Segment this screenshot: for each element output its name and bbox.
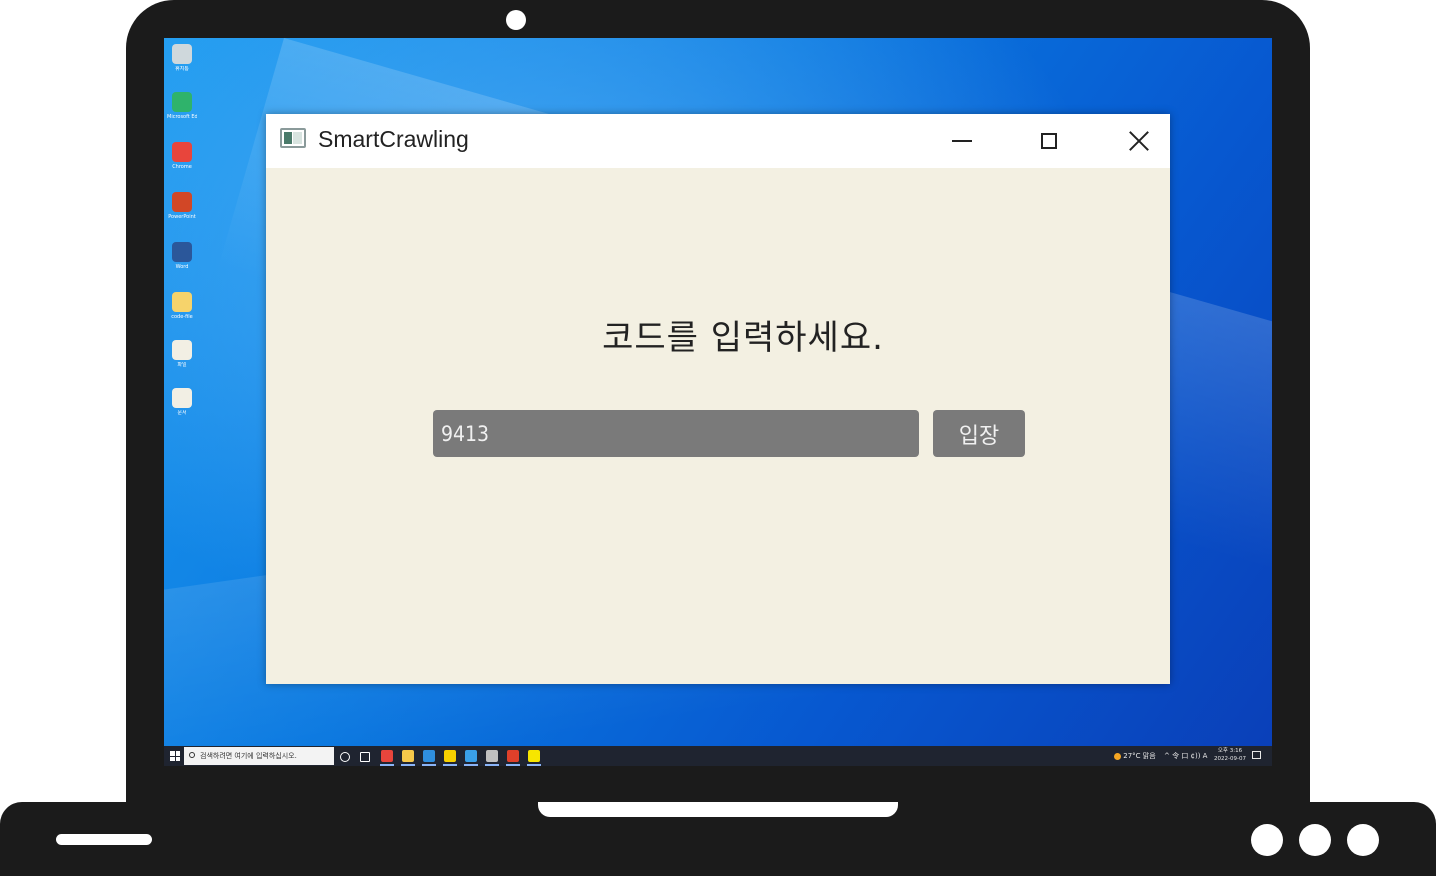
minimize-icon	[952, 140, 972, 142]
desktop-shortcut[interactable]: 휴지통	[167, 44, 197, 72]
system-tray[interactable]: ^ 令 口 ¢)) A	[1164, 746, 1207, 766]
maximize-icon	[1041, 133, 1057, 149]
taskbar-clock[interactable]: 오후 3:16 2022-09-07	[1214, 747, 1246, 763]
word-icon	[172, 242, 192, 262]
chrome-taskbar-icon[interactable]	[381, 750, 393, 762]
enter-button[interactable]: 입장	[933, 410, 1025, 457]
desktop-shortcut[interactable]: PowerPoint	[167, 192, 197, 220]
taskbar-search-placeholder: 검색하려면 여기에 입력하십시오.	[200, 752, 297, 760]
desktop-shortcut[interactable]: Word	[167, 242, 197, 270]
character-icon	[172, 340, 192, 360]
desktop-shortcut-label: Microsoft Edge	[167, 114, 197, 120]
folder-icon	[172, 292, 192, 312]
weather-text: 27°C 맑음	[1123, 752, 1156, 760]
laptop-slot	[56, 834, 152, 845]
running-indicator	[527, 764, 541, 766]
settings-app-icon[interactable]	[486, 750, 498, 762]
maximize-button[interactable]	[1027, 121, 1071, 161]
running-indicator	[485, 764, 499, 766]
desktop-shortcut-label: PowerPoint	[168, 214, 196, 220]
file-explorer-icon[interactable]	[402, 750, 414, 762]
code-prompt: 코드를 입력하세요.	[602, 318, 884, 358]
vscode-icon[interactable]	[423, 750, 435, 762]
ie-icon[interactable]	[465, 750, 477, 762]
sticky-notes-icon[interactable]	[444, 750, 456, 762]
desktop-shortcut-label: Chrome	[172, 164, 192, 170]
edge-icon	[172, 92, 192, 112]
notification-icon[interactable]	[1252, 751, 1261, 759]
app-icon	[280, 128, 306, 148]
taskbar: 검색하려면 여기에 입력하십시오. 27°C 맑음 ^ 令 口 ¢)) A 오후…	[164, 746, 1272, 766]
weather-widget[interactable]: 27°C 맑음	[1114, 746, 1156, 766]
laptop-camera	[506, 10, 526, 30]
running-indicator	[464, 764, 478, 766]
desktop-shortcut[interactable]: Chrome	[167, 142, 197, 170]
kakaotalk-icon[interactable]	[528, 750, 540, 762]
desktop-shortcut-label: code-file	[171, 314, 193, 320]
desktop-shortcut[interactable]: 파일	[167, 340, 197, 368]
laptop-notch	[538, 802, 898, 817]
taskbar-search-box[interactable]: 검색하려면 여기에 입력하십시오.	[184, 747, 334, 765]
smartcrawling-window: SmartCrawling 코드를 입력하세요. 입장	[266, 114, 1170, 684]
desktop-shortcut[interactable]: Microsoft Edge	[167, 92, 197, 120]
clock-time: 오후 3:16	[1217, 748, 1243, 754]
task-view-icon[interactable]	[360, 752, 370, 762]
red-app-icon[interactable]	[507, 750, 519, 762]
start-button[interactable]	[170, 751, 180, 761]
running-indicator	[422, 764, 436, 766]
laptop-dot	[1251, 824, 1283, 856]
desktop-shortcut-label: Word	[175, 264, 189, 270]
title-bar[interactable]: SmartCrawling	[266, 114, 1170, 168]
code-input[interactable]	[433, 410, 919, 457]
desktop-shortcut-label: 휴지통	[175, 66, 189, 72]
clock-date: 2022-09-07	[1214, 756, 1246, 762]
character-icon-2	[172, 388, 192, 408]
desktop-shortcut[interactable]: code-file	[167, 292, 197, 320]
running-indicator	[380, 764, 394, 766]
minimize-button[interactable]	[940, 121, 984, 161]
window-title: SmartCrawling	[318, 126, 469, 152]
recycle-bin-icon	[172, 44, 192, 64]
desktop-shortcut-label: 문서	[177, 410, 187, 416]
running-indicator	[443, 764, 457, 766]
powerpoint-icon	[172, 192, 192, 212]
close-icon	[1128, 130, 1150, 152]
search-icon	[189, 752, 195, 758]
cortana-icon[interactable]	[340, 752, 350, 762]
running-indicator	[401, 764, 415, 766]
chrome-icon	[172, 142, 192, 162]
laptop-dot	[1347, 824, 1379, 856]
running-indicator	[506, 764, 520, 766]
close-button[interactable]	[1117, 121, 1161, 161]
desktop-shortcut-label: 파일	[177, 362, 187, 368]
desktop-shortcut[interactable]: 문서	[167, 388, 197, 416]
laptop-dot	[1299, 824, 1331, 856]
weather-sun-icon	[1114, 752, 1121, 760]
